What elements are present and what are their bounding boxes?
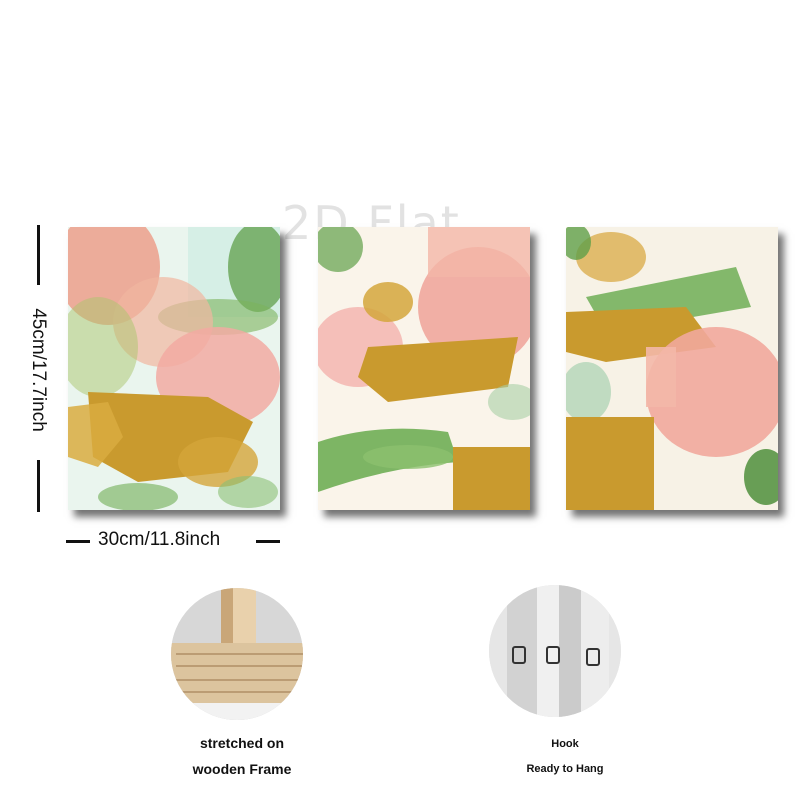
abstract-panel-middle <box>318 227 530 510</box>
height-dimension: 45cm/17.7inch <box>18 225 58 515</box>
frame-caption-line-1: stretched on <box>199 735 284 751</box>
dimension-line-bottom <box>37 460 40 512</box>
dimension-line-right <box>256 540 280 543</box>
hook-caption: Hook <box>551 738 579 750</box>
abstract-panel-right <box>566 227 778 510</box>
width-label: 30cm/11.8inch <box>98 529 221 550</box>
frame-caption: stretched on wooden Frame <box>182 730 302 782</box>
dimension-line-top <box>37 225 40 285</box>
hook-photo <box>489 585 621 717</box>
wooden-frame-photo <box>171 588 303 720</box>
height-label: 45cm/17.7inch <box>28 308 49 432</box>
abstract-panel-left <box>68 227 280 510</box>
frame-caption-line-2: wooden Frame <box>192 761 292 777</box>
dimension-line-left <box>66 540 90 543</box>
ready-to-hang-caption: Ready to Hang <box>526 763 604 775</box>
width-dimension: 30cm/11.8inch <box>66 528 282 556</box>
